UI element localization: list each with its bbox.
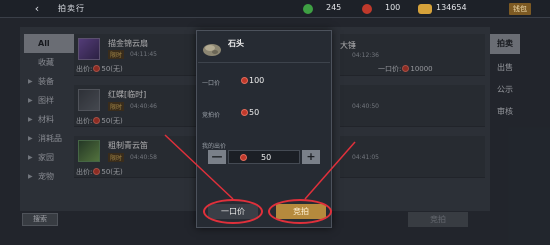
dialog-title: 石头 bbox=[228, 39, 244, 48]
highlight-ellipse bbox=[268, 199, 332, 224]
gold-amount: 134654 bbox=[436, 3, 467, 12]
bid-amount-input[interactable]: 50 bbox=[228, 150, 300, 164]
page-title: 拍卖行 bbox=[58, 4, 85, 13]
ruby-icon bbox=[362, 4, 372, 14]
highlight-ellipse bbox=[203, 199, 263, 224]
gold-icon bbox=[418, 4, 432, 14]
fixed-price-label: 一口价 bbox=[202, 80, 221, 87]
divider bbox=[198, 62, 330, 63]
decrease-button[interactable]: — bbox=[208, 150, 226, 164]
ruby-icon bbox=[241, 77, 248, 84]
jade-icon bbox=[303, 4, 313, 14]
ruby-icon bbox=[240, 154, 247, 161]
bid-price-value: 50 bbox=[240, 108, 259, 117]
bid-amount-value: 50 bbox=[261, 153, 272, 162]
my-bid-label: 我的出价 bbox=[202, 143, 227, 150]
stone-icon bbox=[201, 38, 223, 58]
wallet-button[interactable]: 钱包 bbox=[509, 3, 531, 15]
jade-amount: 245 bbox=[326, 3, 342, 12]
bid-price-label: 竞拍价 bbox=[202, 112, 221, 119]
ruby-amount: 100 bbox=[385, 3, 401, 12]
back-button[interactable]: ‹ bbox=[28, 2, 46, 16]
increase-button[interactable]: + bbox=[302, 150, 320, 164]
fixed-price-value: 100 bbox=[240, 76, 264, 85]
bid-dialog bbox=[196, 30, 332, 228]
ruby-icon bbox=[241, 109, 248, 116]
